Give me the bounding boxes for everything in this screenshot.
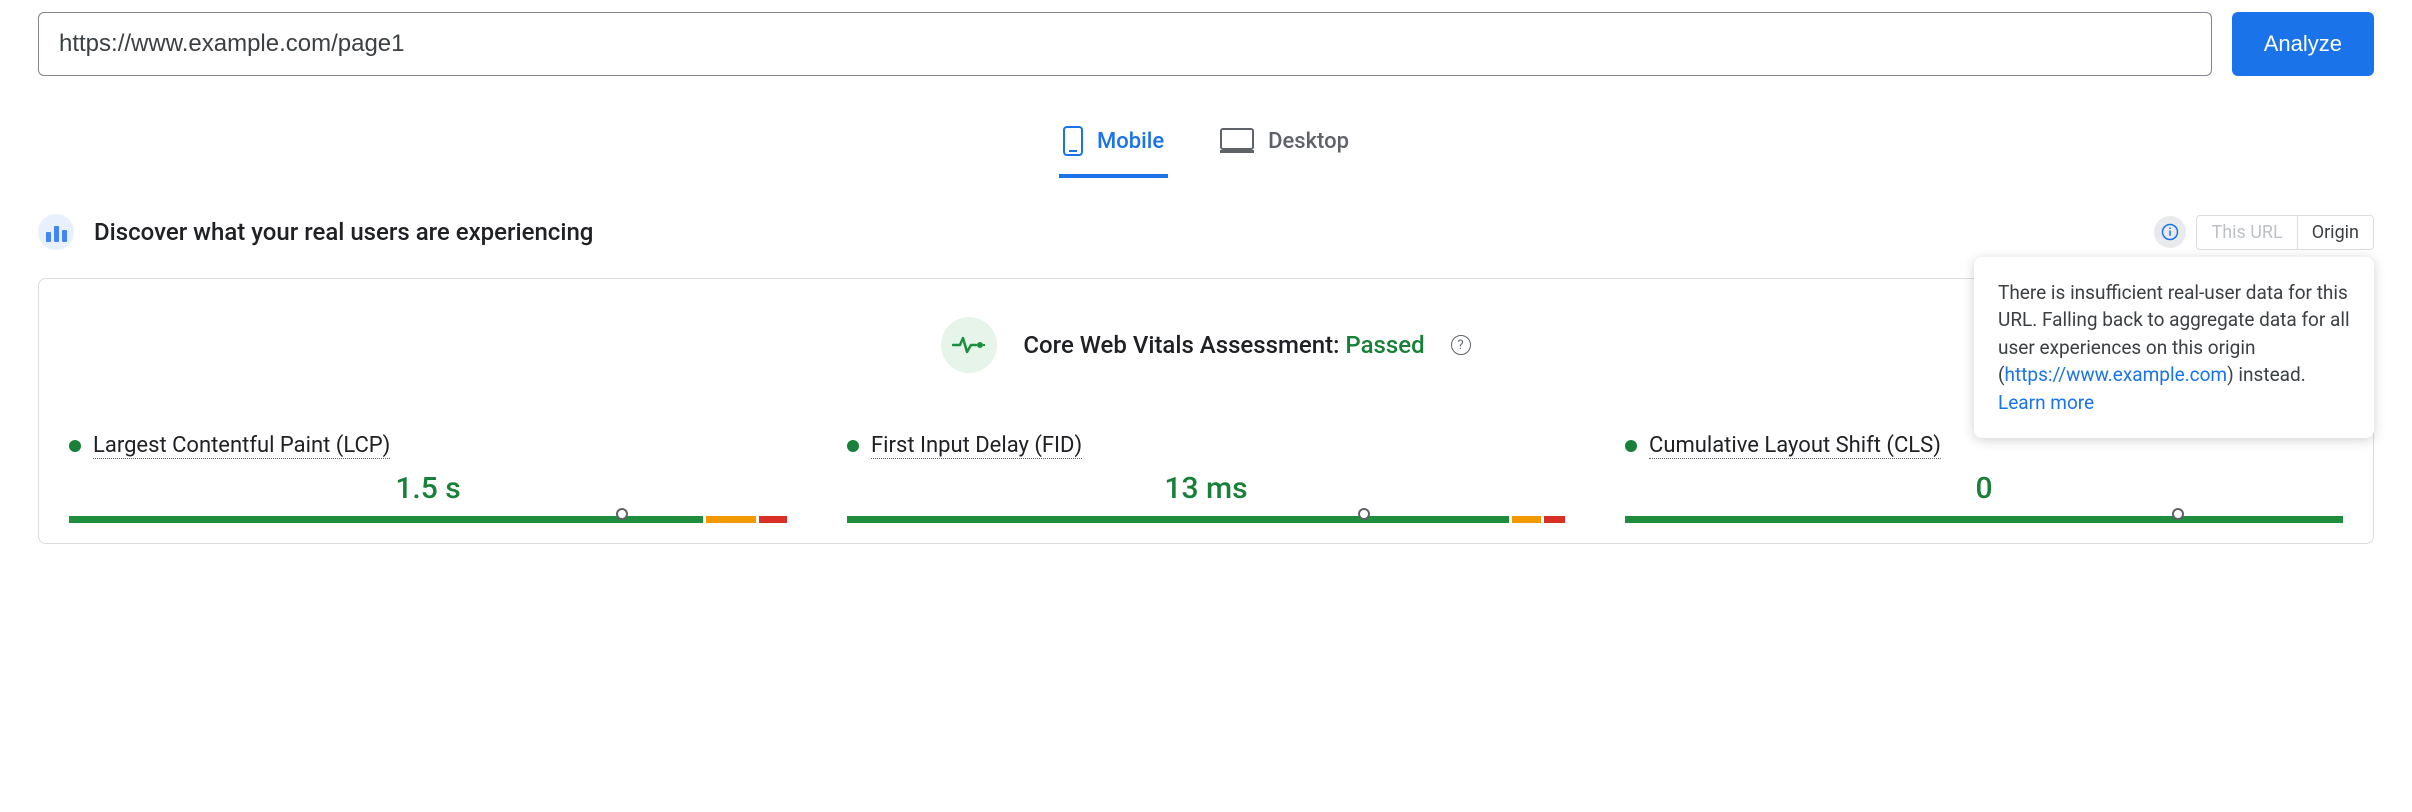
metric-cls: Cumulative Layout Shift (CLS) 0 — [1625, 433, 2343, 523]
popover-origin-link[interactable]: https://www.example.com — [2005, 363, 2228, 386]
url-input[interactable] — [38, 12, 2212, 76]
pulse-icon — [941, 317, 997, 373]
status-dot — [1625, 440, 1637, 452]
metric-fid-value: 13 ms — [847, 471, 1565, 506]
assessment-text: Core Web Vitals Assessment: Passed — [1023, 331, 1424, 359]
status-dot — [69, 440, 81, 452]
metric-lcp-name[interactable]: Largest Contentful Paint (LCP) — [93, 433, 390, 459]
section-title: Discover what your real users are experi… — [94, 218, 593, 246]
analyze-button[interactable]: Analyze — [2232, 12, 2374, 76]
info-popover: There is insufficient real-user data for… — [1974, 257, 2374, 439]
metric-fid: First Input Delay (FID) 13 ms — [847, 433, 1565, 523]
metric-cls-bar — [1625, 516, 2343, 523]
metric-cls-name[interactable]: Cumulative Layout Shift (CLS) — [1649, 433, 1941, 459]
metric-fid-name[interactable]: First Input Delay (FID) — [871, 433, 1082, 459]
assessment-status: Passed — [1345, 331, 1424, 359]
metric-lcp: Largest Contentful Paint (LCP) 1.5 s — [69, 433, 787, 523]
metric-lcp-bar — [69, 516, 787, 523]
desktop-icon — [1220, 128, 1254, 154]
toggle-origin[interactable]: Origin — [2297, 216, 2373, 249]
tab-mobile[interactable]: Mobile — [1059, 112, 1168, 178]
metric-cls-value: 0 — [1625, 471, 2343, 506]
info-icon[interactable] — [2154, 216, 2186, 248]
tab-desktop[interactable]: Desktop — [1216, 112, 1353, 178]
metric-lcp-marker — [616, 508, 628, 520]
popover-text-post: ) instead. — [2227, 363, 2306, 386]
metric-fid-bar — [847, 516, 1565, 523]
tab-mobile-label: Mobile — [1097, 129, 1164, 154]
status-dot — [847, 440, 859, 452]
tab-desktop-label: Desktop — [1268, 129, 1349, 154]
scope-toggle: This URL Origin — [2196, 215, 2374, 250]
help-icon[interactable]: ? — [1451, 335, 1471, 355]
device-tabs: Mobile Desktop — [38, 112, 2374, 178]
metric-fid-marker — [1358, 508, 1370, 520]
crux-icon — [38, 214, 74, 250]
assessment-prefix: Core Web Vitals Assessment: — [1023, 331, 1345, 359]
metric-cls-marker — [2172, 508, 2184, 520]
learn-more-link[interactable]: Learn more — [1998, 391, 2094, 414]
mobile-icon — [1063, 126, 1083, 156]
metric-lcp-value: 1.5 s — [69, 471, 787, 506]
toggle-this-url: This URL — [2197, 216, 2296, 249]
